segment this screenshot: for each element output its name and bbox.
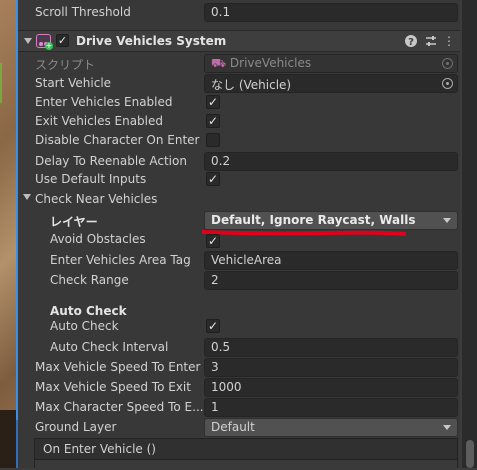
check-range-row: Check Range 2 bbox=[20, 271, 460, 290]
delay-to-reenable-action-label: Delay To Reenable Action bbox=[35, 154, 187, 168]
check-range-label: Check Range bbox=[50, 273, 129, 287]
script-file-icon: ⛟ bbox=[211, 56, 230, 70]
object-picker-icon bbox=[442, 58, 453, 69]
component-title: Drive Vehicles System bbox=[76, 34, 227, 48]
scroll-threshold-label: Scroll Threshold bbox=[35, 5, 131, 19]
fold-arrow-icon[interactable] bbox=[24, 38, 32, 44]
layer-dropdown[interactable]: Default, Ignore Raycast, Walls bbox=[204, 211, 458, 230]
auto-check-label: Auto Check bbox=[50, 319, 119, 333]
foldout-arrow-icon[interactable] bbox=[23, 194, 31, 200]
object-picker-icon[interactable] bbox=[442, 78, 453, 89]
max-vehicle-speed-to-exit-field[interactable]: 1000 bbox=[204, 378, 458, 397]
layer-label: レイヤー bbox=[50, 215, 98, 229]
enter-vehicles-area-tag-field[interactable]: VehicleArea bbox=[204, 251, 458, 270]
scene-shadow bbox=[0, 410, 16, 468]
layer-row: レイヤー Default, Ignore Raycast, Walls bbox=[20, 211, 460, 230]
avoid-obstacles-checkbox[interactable]: ✓ bbox=[206, 234, 220, 248]
delay-to-reenable-action-field[interactable]: 0.2 bbox=[204, 152, 458, 171]
exit-vehicles-enabled-row: Exit Vehicles Enabled ✓ bbox=[20, 112, 460, 131]
component-enabled-checkbox[interactable]: ✓ bbox=[56, 34, 69, 47]
scrollbar-thumb[interactable] bbox=[466, 440, 474, 468]
auto-check-header: Auto Check bbox=[50, 304, 127, 318]
use-default-inputs-label: Use Default Inputs bbox=[35, 172, 147, 186]
use-default-inputs-row: Use Default Inputs ✓ bbox=[20, 170, 460, 189]
max-vehicle-speed-to-enter-label: Max Vehicle Speed To Enter bbox=[35, 360, 201, 374]
ground-layer-row: Ground Layer Default bbox=[20, 418, 460, 437]
enter-vehicles-enabled-row: Enter Vehicles Enabled ✓ bbox=[20, 93, 460, 112]
check-near-vehicles-foldout[interactable]: Check Near Vehicles bbox=[20, 190, 460, 209]
check-near-vehicles-label: Check Near Vehicles bbox=[35, 192, 158, 206]
max-character-speed-to-enter-label: Max Character Speed To E... bbox=[35, 400, 204, 414]
selection-indicator-lower bbox=[16, 420, 18, 468]
avoid-obstacles-row: Avoid Obstacles ✓ bbox=[20, 230, 460, 249]
more-options-icon[interactable]: ⋮ bbox=[442, 34, 456, 48]
enter-vehicles-area-tag-row: Enter Vehicles Area Tag VehicleArea bbox=[20, 251, 460, 270]
script-row: スクリプト ⛟ DriveVehicles bbox=[20, 54, 460, 73]
delay-to-reenable-action-row: Delay To Reenable Action 0.2 bbox=[20, 152, 460, 171]
vehicle-script-icon: + bbox=[36, 34, 53, 50]
scene-grass bbox=[0, 56, 12, 104]
inspector-scrollbar[interactable] bbox=[462, 0, 477, 468]
ground-layer-dropdown[interactable]: Default bbox=[204, 418, 458, 437]
start-vehicle-field[interactable]: なし (Vehicle) bbox=[204, 74, 458, 93]
scroll-threshold-row: Scroll Threshold 0.1 bbox=[20, 3, 460, 22]
script-value: DriveVehicles bbox=[229, 56, 312, 70]
preset-settings-icon[interactable] bbox=[424, 34, 438, 48]
start-vehicle-value: なし (Vehicle) bbox=[211, 78, 292, 92]
dropdown-caret-icon bbox=[443, 218, 451, 223]
ground-layer-value: Default bbox=[211, 420, 255, 434]
avoid-obstacles-label: Avoid Obstacles bbox=[50, 232, 146, 246]
disable-character-on-enter-checkbox[interactable] bbox=[206, 133, 220, 147]
dropdown-caret-icon bbox=[443, 425, 451, 430]
max-vehicle-speed-to-enter-field[interactable]: 3 bbox=[204, 358, 458, 377]
layer-value: Default, Ignore Raycast, Walls bbox=[211, 213, 416, 227]
check-range-field[interactable]: 2 bbox=[204, 271, 458, 290]
max-vehicle-speed-to-exit-row: Max Vehicle Speed To Exit 1000 bbox=[20, 378, 460, 397]
script-field: ⛟ DriveVehicles bbox=[204, 54, 458, 73]
start-vehicle-label: Start Vehicle bbox=[35, 76, 112, 90]
max-character-speed-to-enter-row: Max Character Speed To E... 1 bbox=[20, 398, 460, 417]
enter-vehicles-area-tag-label: Enter Vehicles Area Tag bbox=[50, 253, 191, 267]
use-default-inputs-checkbox[interactable]: ✓ bbox=[206, 172, 220, 186]
max-vehicle-speed-to-enter-row: Max Vehicle Speed To Enter 3 bbox=[20, 358, 460, 377]
on-enter-vehicle-event-title: On Enter Vehicle () bbox=[43, 442, 156, 456]
ground-layer-label: Ground Layer bbox=[35, 420, 117, 434]
auto-check-interval-field[interactable]: 0.5 bbox=[204, 338, 458, 357]
svg-text:?: ? bbox=[408, 37, 414, 48]
max-vehicle-speed-to-exit-label: Max Vehicle Speed To Exit bbox=[35, 380, 191, 394]
auto-check-interval-label: Auto Check Interval bbox=[50, 340, 169, 354]
scene-view-strip bbox=[0, 0, 16, 468]
auto-check-interval-row: Auto Check Interval 0.5 bbox=[20, 338, 460, 357]
on-enter-vehicle-event: On Enter Vehicle () bbox=[34, 438, 458, 470]
auto-check-row: Auto Check ✓ bbox=[20, 317, 460, 336]
exit-vehicles-enabled-label: Exit Vehicles Enabled bbox=[35, 114, 164, 128]
disable-character-on-enter-row: Disable Character On Enter bbox=[20, 131, 460, 150]
exit-vehicles-enabled-checkbox[interactable]: ✓ bbox=[206, 114, 220, 128]
disable-character-on-enter-label: Disable Character On Enter bbox=[35, 133, 200, 147]
script-label: スクリプト bbox=[35, 58, 96, 72]
component-header[interactable]: + ✓ Drive Vehicles System ? ⋮ bbox=[18, 30, 460, 52]
auto-check-checkbox[interactable]: ✓ bbox=[206, 319, 220, 333]
start-vehicle-row: Start Vehicle なし (Vehicle) bbox=[20, 74, 460, 93]
enter-vehicles-enabled-label: Enter Vehicles Enabled bbox=[35, 95, 173, 109]
scroll-threshold-field[interactable]: 0.1 bbox=[204, 3, 458, 22]
event-listener-list[interactable] bbox=[35, 459, 457, 470]
enter-vehicles-enabled-checkbox[interactable]: ✓ bbox=[206, 95, 220, 109]
max-character-speed-to-enter-field[interactable]: 1 bbox=[204, 398, 458, 417]
help-icon[interactable]: ? bbox=[404, 34, 418, 48]
